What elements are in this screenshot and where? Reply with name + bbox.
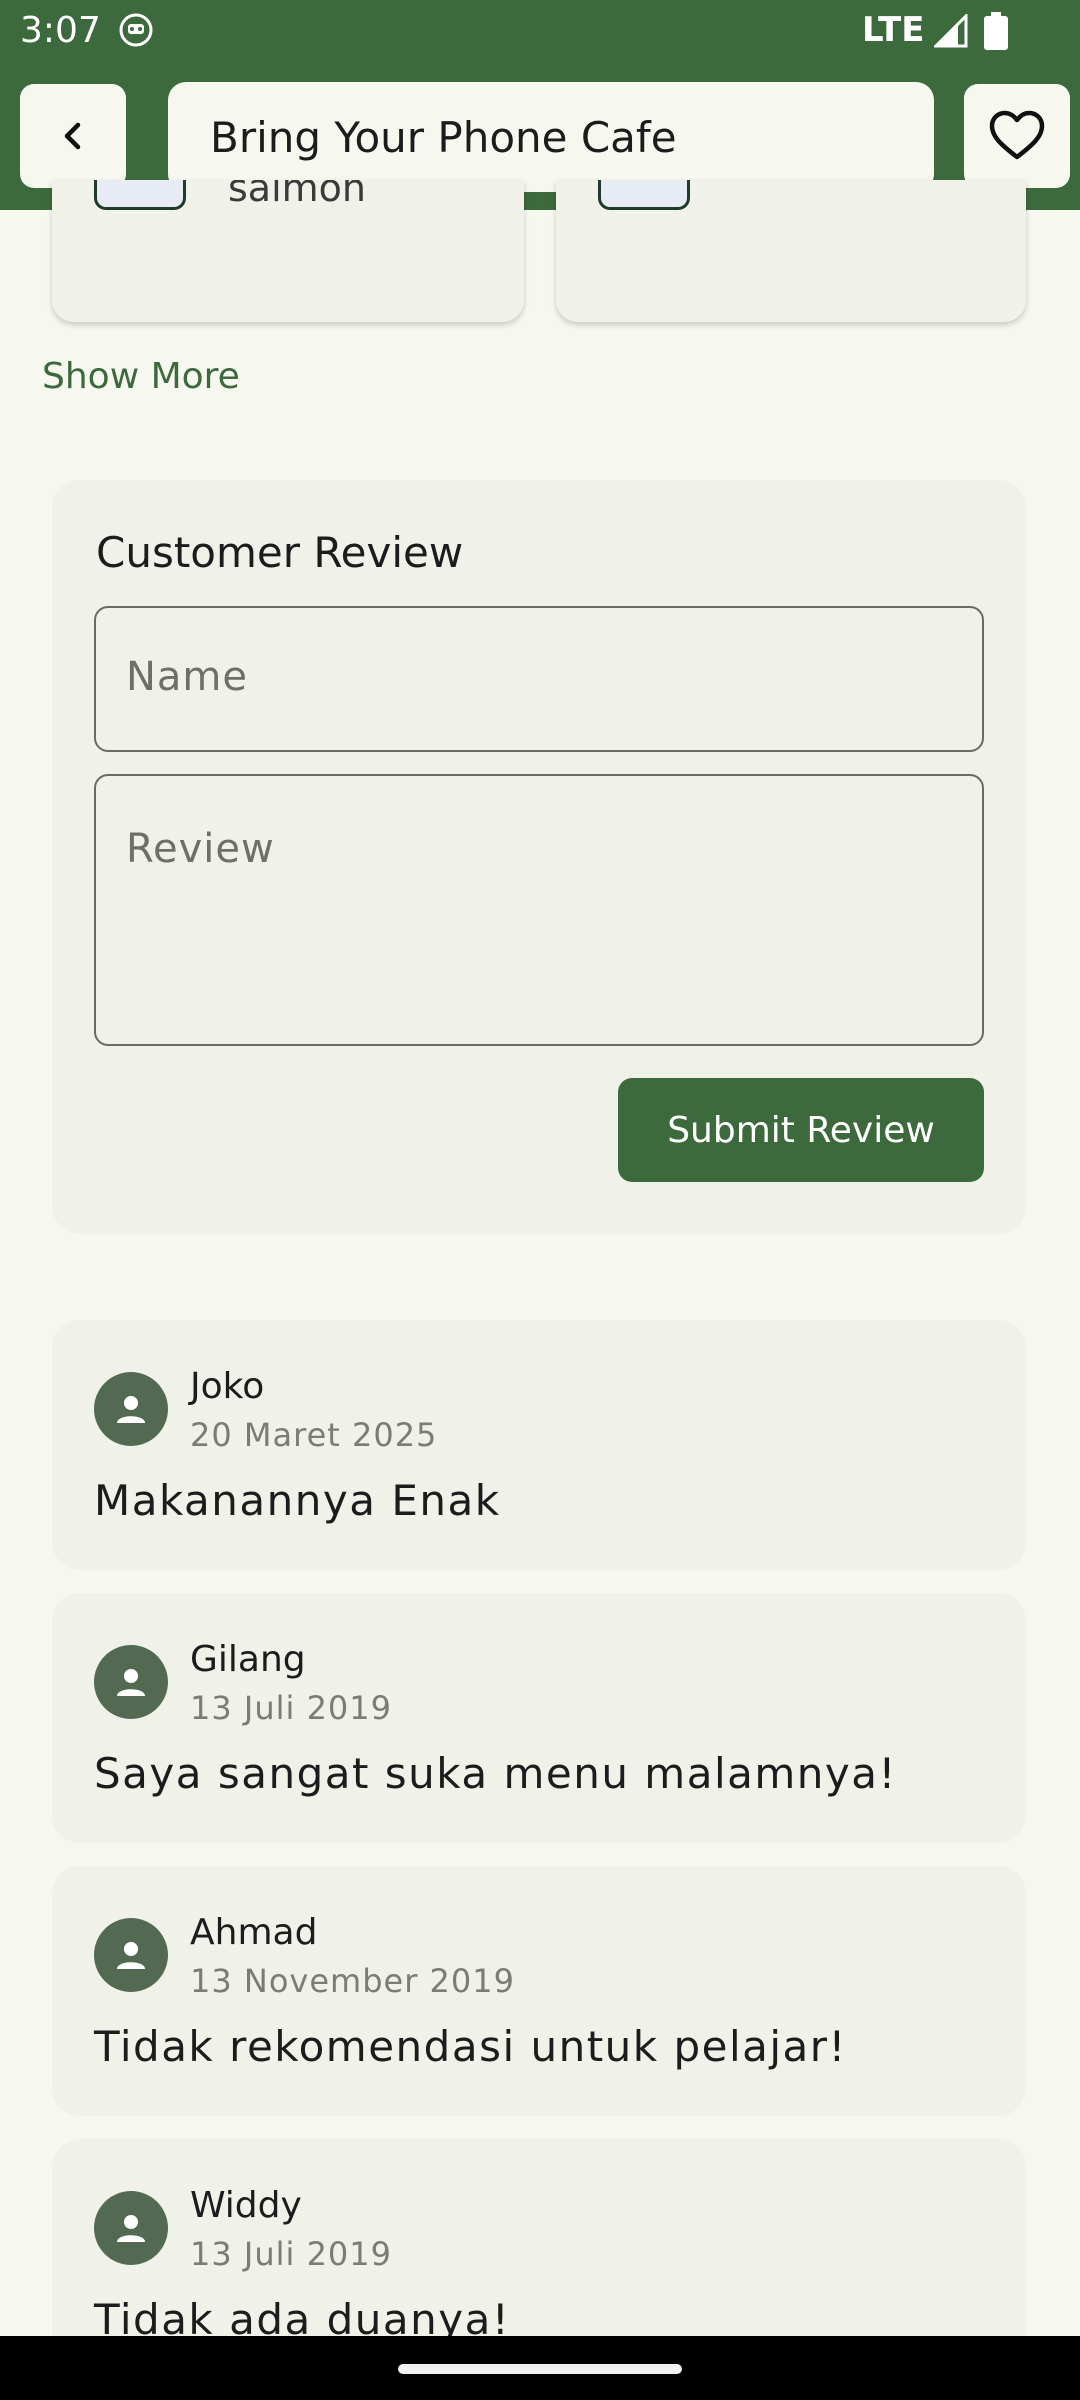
show-more-link[interactable]: Show More	[42, 356, 240, 397]
review-text: Makanannya Enak	[94, 1476, 501, 1525]
review-placeholder: Review	[126, 826, 275, 872]
screen: 3:07 LTE Bring Your Phone Cafe salmon Sh…	[0, 0, 1080, 2400]
submit-review-button[interactable]: Submit Review	[618, 1078, 984, 1182]
review-date: 20 Maret 2025	[190, 1416, 438, 1454]
name-placeholder: Name	[126, 654, 249, 700]
avatar	[94, 2191, 168, 2265]
avatar	[94, 1645, 168, 1719]
menu-card[interactable]	[556, 180, 1026, 322]
home-gesture-handle[interactable]	[398, 2364, 682, 2374]
review-card: Ahmad 13 November 2019 Tidak rekomendasi…	[52, 1866, 1026, 2116]
person-icon	[117, 1942, 145, 1969]
review-form-card: Customer Review Name Review Submit Revie…	[52, 480, 1026, 1234]
status-bar: 3:07 LTE	[0, 0, 1080, 64]
status-time: 3:07	[20, 10, 101, 51]
signal-icon	[934, 14, 968, 48]
review-card: Gilang 13 Juli 2019 Saya sangat suka men…	[52, 1593, 1026, 1843]
person-icon	[117, 2215, 145, 2242]
person-icon	[117, 1396, 145, 1423]
person-icon	[117, 1669, 145, 1696]
review-textarea[interactable]: Review	[94, 774, 984, 1046]
review-date: 13 Juli 2019	[190, 1689, 392, 1727]
avatar	[94, 1372, 168, 1446]
menu-badge	[94, 180, 186, 210]
review-form-title: Customer Review	[96, 528, 464, 577]
app-notification-icon	[119, 13, 153, 47]
menu-card[interactable]: salmon	[52, 180, 524, 322]
menu-item-name: salmon	[228, 180, 366, 210]
reviewer-name: Widdy	[190, 2185, 302, 2226]
menu-badge	[598, 180, 690, 210]
avatar	[94, 1918, 168, 1992]
reviewer-name: Joko	[190, 1366, 265, 1407]
favorite-button[interactable]	[964, 84, 1070, 188]
page-title: Bring Your Phone Cafe	[210, 112, 677, 162]
battery-icon	[984, 12, 1008, 50]
reviewer-name: Gilang	[190, 1639, 306, 1680]
review-card: Joko 20 Maret 2025 Makanannya Enak	[52, 1320, 1026, 1570]
page-title-box: Bring Your Phone Cafe	[168, 82, 934, 192]
submit-review-label: Submit Review	[667, 1109, 935, 1151]
review-text: Saya sangat suka menu malamnya!	[94, 1749, 897, 1798]
network-type: LTE	[862, 10, 925, 50]
name-input[interactable]: Name	[94, 606, 984, 752]
review-date: 13 Juli 2019	[190, 2235, 392, 2273]
review-text: Tidak rekomendasi untuk pelajar!	[94, 2022, 847, 2071]
navigation-bar	[0, 2336, 1080, 2400]
chevron-left-icon	[64, 122, 81, 150]
review-date: 13 November 2019	[190, 1962, 515, 2000]
reviewer-name: Ahmad	[190, 1912, 318, 1953]
heart-outline-icon	[989, 110, 1045, 160]
back-button[interactable]	[20, 84, 126, 188]
review-card: Widdy 13 Juli 2019 Tidak ada duanya!	[52, 2139, 1026, 2359]
